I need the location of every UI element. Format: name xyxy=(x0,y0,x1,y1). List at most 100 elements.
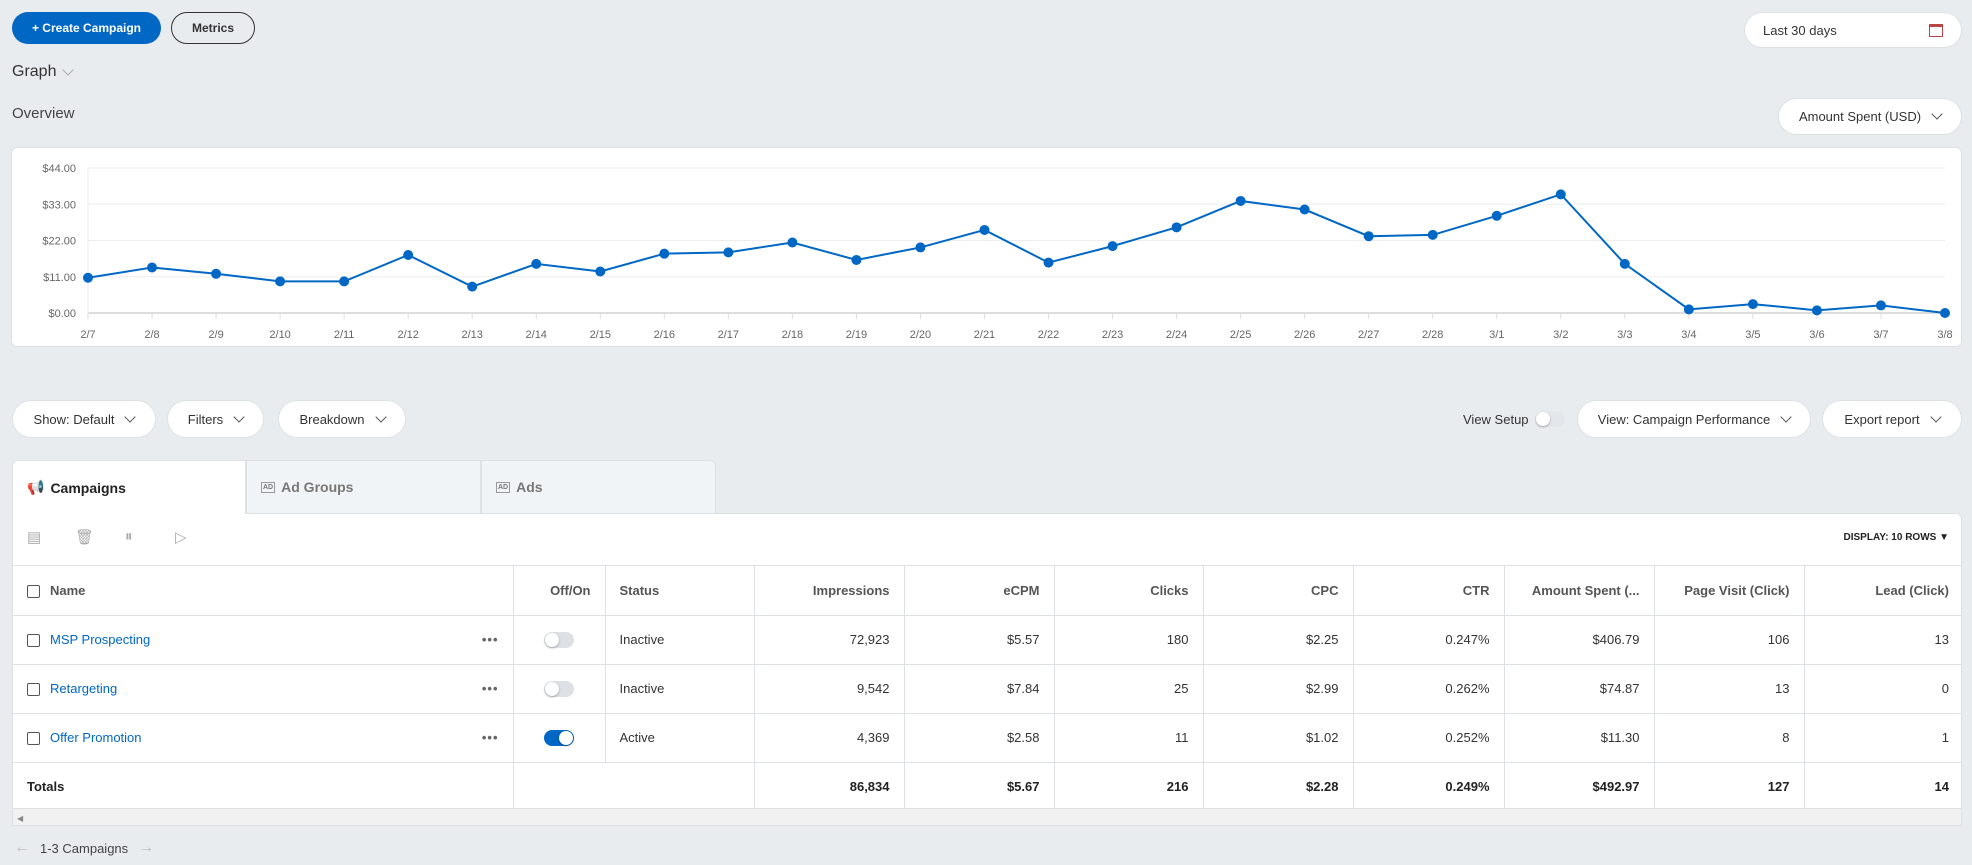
tab-label: Ad Groups xyxy=(281,479,354,495)
row-checkbox[interactable] xyxy=(27,683,40,697)
totals-row: Totals 86,834 $5.67 216 $2.28 0.249% $492.97 12… xyxy=(13,762,1961,812)
chevron-down-icon xyxy=(1931,108,1943,120)
chevron-down-icon xyxy=(233,410,245,423)
x-tick-label: 2/15 xyxy=(590,329,611,341)
data-point xyxy=(1043,257,1054,268)
cell-cpc: $2.99 xyxy=(1203,664,1354,714)
pause-icon[interactable]: ⏸ xyxy=(125,528,133,545)
select-all-checkbox[interactable] xyxy=(27,584,40,598)
show-dropdown[interactable]: Show: Default xyxy=(12,400,156,438)
graph-toggle[interactable]: Graph xyxy=(12,63,75,81)
cell-name: Retargeting ••• xyxy=(13,664,514,714)
header-page-visit[interactable]: Page Visit (Click) xyxy=(1654,566,1805,616)
pagination: ← 1-3 Campaigns → xyxy=(14,839,154,857)
table-row: MSP Prospecting ••• Inactive 72,923 $5.57 180… xyxy=(13,615,1961,665)
archive-icon[interactable]: ▤ xyxy=(27,528,41,546)
view-dropdown[interactable]: View: Campaign Performance xyxy=(1577,400,1811,438)
x-tick-label: 2/20 xyxy=(910,329,931,341)
data-point xyxy=(595,266,606,277)
cell-cpc: $1.02 xyxy=(1203,713,1354,763)
y-tick-label: $44.00 xyxy=(42,163,76,175)
campaign-link[interactable]: Retargeting xyxy=(50,681,117,696)
data-point xyxy=(1619,258,1630,269)
date-range-picker[interactable]: Last 30 days xyxy=(1744,12,1962,48)
header-lead[interactable]: Lead (Click) xyxy=(1804,566,1961,616)
x-tick-label: 3/3 xyxy=(1617,329,1632,341)
data-point xyxy=(1747,299,1758,310)
scroll-left-icon[interactable]: ◀ xyxy=(17,814,23,823)
more-options-icon[interactable]: ••• xyxy=(482,681,499,696)
cell-ecpm: $7.84 xyxy=(904,664,1055,714)
metrics-button[interactable]: Metrics xyxy=(171,12,255,44)
next-page-icon[interactable]: → xyxy=(138,839,154,857)
total-spent: $492.97 xyxy=(1504,762,1655,812)
view-setup-toggle[interactable] xyxy=(1534,411,1565,427)
x-tick-label: 3/6 xyxy=(1809,329,1824,341)
x-tick-label: 3/5 xyxy=(1745,329,1760,341)
data-point xyxy=(531,258,542,269)
campaign-link[interactable]: Offer Promotion xyxy=(50,730,142,745)
ad-icon: AD xyxy=(261,481,276,493)
x-tick-label: 2/18 xyxy=(782,329,803,341)
y-tick-label: $33.00 xyxy=(42,199,76,211)
cell-off-on xyxy=(513,615,606,665)
cell-name: Offer Promotion ••• xyxy=(13,713,514,763)
tab-ad-groups[interactable]: AD Ad Groups xyxy=(246,460,481,513)
header-name[interactable]: Name xyxy=(13,566,514,616)
breakdown-dropdown[interactable]: Breakdown xyxy=(278,400,406,438)
y-tick-label: $22.00 xyxy=(42,236,76,248)
data-point xyxy=(915,242,926,253)
data-point xyxy=(1427,229,1438,240)
header-ecpm[interactable]: eCPM xyxy=(904,566,1055,616)
chevron-down-icon xyxy=(374,410,387,423)
display-rows-select[interactable]: DISPLAY: 10 ROWS ▼ xyxy=(1844,532,1949,543)
graph-label: Graph xyxy=(12,63,57,80)
horizontal-scrollbar[interactable]: ◀ xyxy=(13,808,1961,825)
header-status[interactable]: Status xyxy=(605,566,755,616)
header-ctr[interactable]: CTR xyxy=(1353,566,1505,616)
ad-icon: AD xyxy=(496,481,511,493)
x-tick-label: 2/7 xyxy=(80,329,95,341)
row-checkbox[interactable] xyxy=(27,732,40,746)
campaign-toggle[interactable] xyxy=(544,680,574,697)
filters-dropdown[interactable]: Filters xyxy=(167,400,264,438)
totals-label: Totals xyxy=(13,762,514,812)
row-checkbox[interactable] xyxy=(27,634,40,648)
overview-label: Overview xyxy=(12,105,75,122)
data-point xyxy=(659,248,670,259)
cell-ecpm: $5.57 xyxy=(904,615,1055,665)
x-tick-label: 2/19 xyxy=(846,329,867,341)
header-impressions[interactable]: Impressions xyxy=(754,566,905,616)
x-tick-label: 2/17 xyxy=(718,329,739,341)
header-amount-spent[interactable]: Amount Spent (... xyxy=(1504,566,1655,616)
date-range-value: Last 30 days xyxy=(1763,22,1837,38)
data-point xyxy=(1683,304,1694,315)
tab-campaigns[interactable]: 📢 Campaigns xyxy=(12,460,246,514)
header-clicks[interactable]: Clicks xyxy=(1054,566,1204,616)
play-icon[interactable]: ▷ xyxy=(175,528,187,546)
x-tick-label: 2/12 xyxy=(397,329,418,341)
campaign-link[interactable]: MSP Prospecting xyxy=(50,632,150,647)
x-tick-label: 2/24 xyxy=(1166,329,1187,341)
more-options-icon[interactable]: ••• xyxy=(482,632,499,647)
metric-select[interactable]: Amount Spent (USD) xyxy=(1778,98,1962,135)
data-point xyxy=(1235,195,1246,206)
header-off-on[interactable]: Off/On xyxy=(513,566,606,616)
cell-cpc: $2.25 xyxy=(1203,615,1354,665)
export-report-dropdown[interactable]: Export report xyxy=(1822,400,1962,438)
cell-lead: 13 xyxy=(1804,615,1961,665)
campaign-toggle[interactable] xyxy=(544,729,574,746)
campaign-toggle[interactable] xyxy=(544,631,574,648)
cell-page-visit: 13 xyxy=(1654,664,1805,714)
cell-impressions: 9,542 xyxy=(754,664,905,714)
total-clicks: 216 xyxy=(1054,762,1204,812)
trash-icon[interactable]: 🗑 xyxy=(75,528,94,546)
calendar-icon xyxy=(1929,23,1943,37)
cell-lead: 0 xyxy=(1804,664,1961,714)
create-campaign-button[interactable]: + Create Campaign xyxy=(12,12,161,44)
header-cpc[interactable]: CPC xyxy=(1203,566,1354,616)
more-options-icon[interactable]: ••• xyxy=(482,730,499,745)
prev-page-icon[interactable]: ← xyxy=(14,839,30,857)
data-point xyxy=(1940,308,1950,318)
tab-ads[interactable]: AD Ads xyxy=(481,460,716,513)
